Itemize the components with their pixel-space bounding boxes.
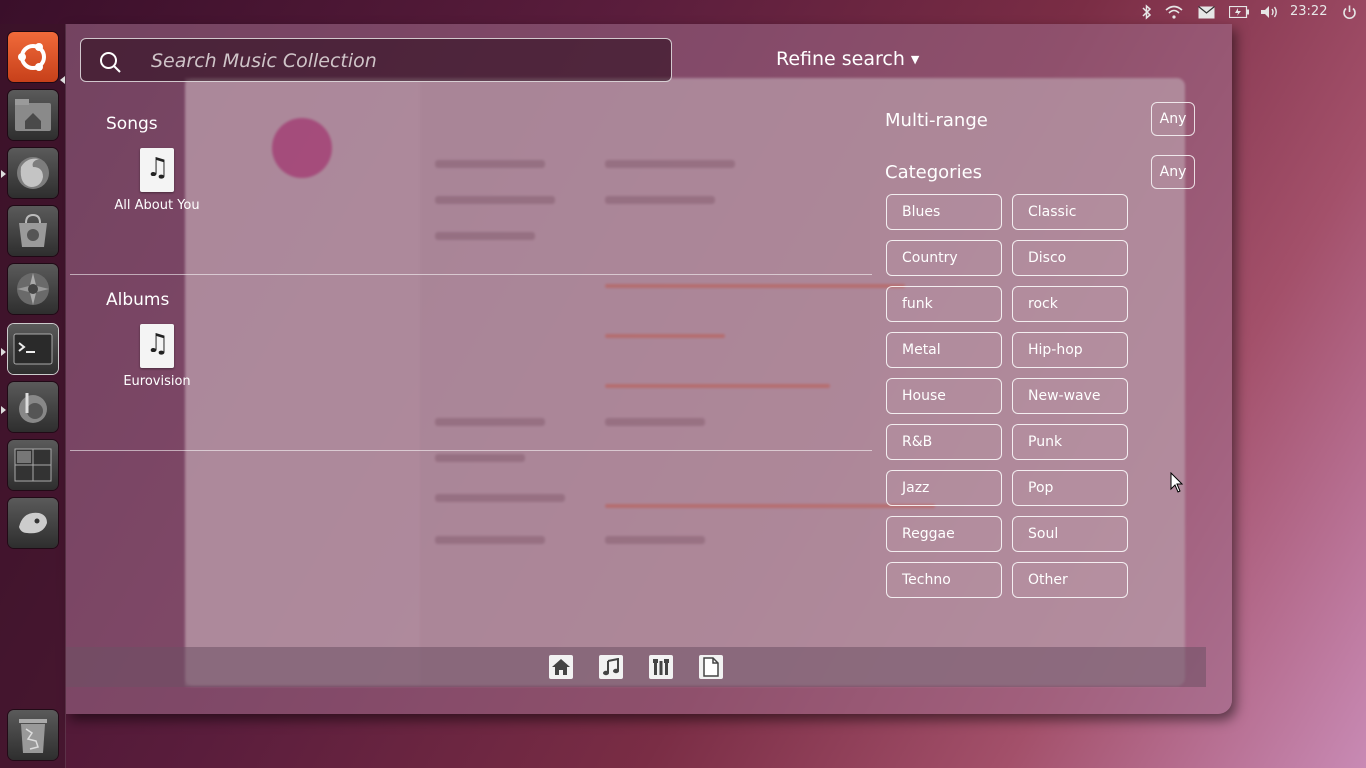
categories-label: Categories	[885, 162, 983, 183]
multirange-label: Multi-range	[885, 110, 988, 131]
launcher	[0, 24, 66, 768]
background-text	[435, 454, 525, 462]
software-center-icon[interactable]	[8, 206, 58, 256]
category-pop-button[interactable]: Pop	[1012, 470, 1128, 506]
background-slider	[605, 334, 725, 338]
background-text	[605, 536, 705, 544]
category-new-wave-button[interactable]: New-wave	[1012, 378, 1128, 414]
music-file-icon: ♫	[140, 324, 174, 368]
music-lens-icon[interactable]	[599, 655, 623, 679]
shotwell-icon[interactable]	[8, 264, 58, 314]
music-file-icon: ♫	[140, 148, 174, 192]
top-panel: 23:22	[0, 0, 1366, 24]
category-rock-button[interactable]: rock	[1012, 286, 1128, 322]
category-country-button[interactable]: Country	[886, 240, 1002, 276]
banshee-icon[interactable]	[8, 382, 58, 432]
category-hip-hop-button[interactable]: Hip-hop	[1012, 332, 1128, 368]
bluetooth-icon[interactable]	[1140, 3, 1154, 21]
search-box	[80, 38, 672, 82]
category-funk-button[interactable]: funk	[886, 286, 1002, 322]
category-classic-button[interactable]: Classic	[1012, 194, 1128, 230]
categories-grid: Blues Classic Country Disco funk rock Me…	[886, 194, 1130, 598]
active-dash-indicator	[60, 76, 65, 84]
home-folder-icon[interactable]	[8, 90, 58, 140]
section-divider	[70, 274, 872, 275]
multirange-any-button[interactable]: Any	[1151, 102, 1195, 136]
category-reggae-button[interactable]: Reggae	[886, 516, 1002, 552]
song-result-label: All About You	[114, 198, 200, 213]
running-indicator	[1, 170, 6, 178]
workspaces-icon[interactable]	[8, 440, 58, 490]
mouse-cursor-icon	[1170, 471, 1184, 498]
background-text	[605, 160, 735, 168]
background-text	[435, 418, 545, 426]
background-text	[605, 418, 705, 426]
category-soul-button[interactable]: Soul	[1012, 516, 1128, 552]
category-disco-button[interactable]: Disco	[1012, 240, 1128, 276]
background-text	[605, 196, 715, 204]
background-slider	[605, 284, 905, 288]
background-text	[435, 160, 545, 168]
category-jazz-button[interactable]: Jazz	[886, 470, 1002, 506]
wifi-icon[interactable]	[1164, 3, 1184, 21]
battery-icon[interactable]	[1228, 3, 1250, 21]
background-slider	[605, 384, 830, 388]
song-result[interactable]: ♫ All About You	[97, 148, 217, 213]
terminal-icon[interactable]	[8, 324, 58, 374]
search-input[interactable]	[149, 47, 653, 75]
category-other-button[interactable]: Other	[1012, 562, 1128, 598]
running-indicator	[1, 406, 6, 414]
background-text	[435, 232, 535, 240]
lens-bar	[66, 647, 1206, 687]
category-metal-button[interactable]: Metal	[886, 332, 1002, 368]
firefox-icon[interactable]	[8, 148, 58, 198]
album-result[interactable]: ♫ Eurovision	[97, 324, 217, 389]
gwibber-icon[interactable]	[8, 498, 58, 548]
background-window-logo	[272, 118, 332, 178]
running-indicator	[1, 348, 6, 356]
albums-heading: Albums	[106, 290, 170, 310]
category-rnb-button[interactable]: R&B	[886, 424, 1002, 460]
category-blues-button[interactable]: Blues	[886, 194, 1002, 230]
clock[interactable]: 23:22	[1290, 4, 1327, 19]
categories-any-button[interactable]: Any	[1151, 155, 1195, 189]
dropdown-arrow-icon: ▼	[910, 53, 920, 66]
mail-icon[interactable]	[1197, 3, 1215, 21]
background-text	[435, 536, 545, 544]
refine-search-toggle[interactable]: Refine search ▼	[776, 48, 919, 70]
category-house-button[interactable]: House	[886, 378, 1002, 414]
album-result-label: Eurovision	[123, 374, 191, 389]
search-icon	[99, 51, 121, 77]
songs-heading: Songs	[106, 114, 158, 134]
power-icon[interactable]	[1340, 3, 1358, 21]
background-text	[435, 196, 555, 204]
category-techno-button[interactable]: Techno	[886, 562, 1002, 598]
refine-search-label: Refine search	[776, 48, 905, 70]
volume-icon[interactable]	[1259, 3, 1279, 21]
applications-lens-icon[interactable]	[649, 655, 673, 679]
section-divider	[70, 450, 872, 451]
category-punk-button[interactable]: Punk	[1012, 424, 1128, 460]
home-lens-icon[interactable]	[549, 655, 573, 679]
files-lens-icon[interactable]	[699, 655, 723, 679]
ubuntu-logo-icon[interactable]	[8, 32, 58, 82]
trash-icon[interactable]	[8, 710, 58, 760]
background-text	[435, 494, 565, 502]
